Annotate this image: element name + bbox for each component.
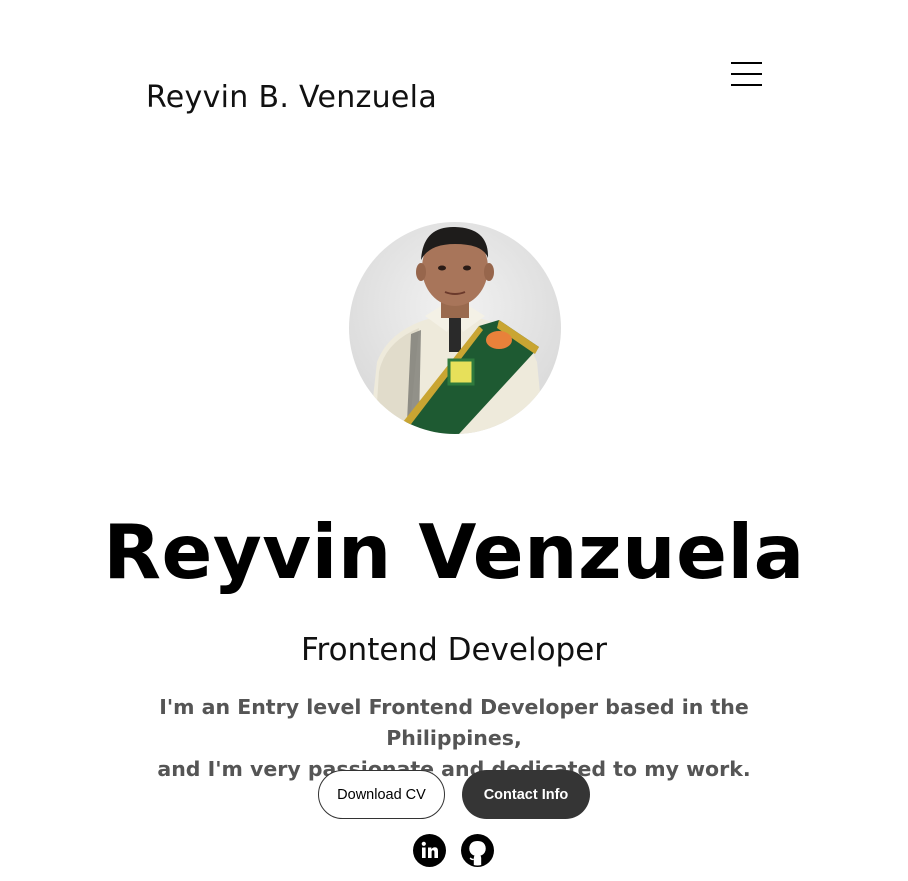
linkedin-icon[interactable]: [413, 834, 446, 867]
hero-name: Reyvin Venzuela: [103, 508, 805, 596]
contact-info-button[interactable]: Contact Info: [462, 770, 590, 819]
hamburger-line: [731, 84, 762, 86]
hero-role: Frontend Developer: [300, 632, 608, 668]
download-cv-button[interactable]: Download CV: [318, 770, 445, 819]
github-icon[interactable]: [461, 834, 494, 867]
site-logo[interactable]: Reyvin B. Venzuela: [146, 80, 437, 115]
bio-line: and I'm very passionate and dedicated to…: [157, 757, 751, 781]
hamburger-menu-icon[interactable]: [731, 60, 763, 90]
bio-line: I'm an Entry level Frontend Developer ba…: [159, 695, 749, 750]
hamburger-line: [731, 73, 762, 75]
hero-bio: I'm an Entry level Frontend Developer ba…: [104, 692, 804, 785]
profile-photo: [349, 222, 561, 434]
hamburger-line: [731, 62, 762, 64]
profile-illustration: [369, 226, 544, 434]
